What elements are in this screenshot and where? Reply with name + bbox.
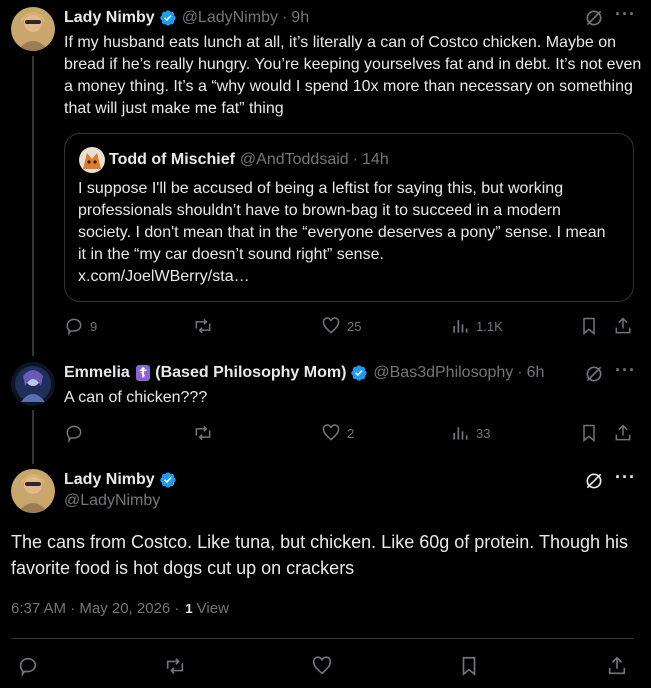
like-count: 25 [347, 318, 362, 334]
post-meta: 6:37 AM · May 20, 2026 · 1 View [11, 600, 229, 617]
more-icon[interactable]: ··· [615, 360, 636, 381]
reply-button[interactable]: 9 [64, 316, 97, 336]
heart-icon [322, 424, 340, 441]
views-button[interactable]: 1.1K [450, 316, 503, 336]
share-icon[interactable] [613, 423, 633, 443]
bookmark-icon[interactable] [579, 423, 599, 443]
quote-time: 14h [362, 151, 389, 168]
reply-button[interactable] [64, 423, 84, 443]
post-header: Lady Nimby @LadyNimby · 9h [64, 8, 309, 28]
reply-count: 9 [90, 318, 98, 334]
post-text: A can of chicken??? [64, 389, 208, 406]
more-icon[interactable]: ··· [615, 4, 636, 25]
thread-line [32, 410, 34, 464]
separator: · [281, 9, 288, 26]
avatar[interactable] [11, 469, 55, 513]
author-name[interactable]: Lady Nimby [64, 9, 155, 27]
grok-icon[interactable] [584, 8, 604, 28]
like-button[interactable]: 25 [321, 316, 361, 336]
author-handle[interactable]: @Bas3dPhilosophy [373, 364, 513, 382]
main-post-text: The cans from Costco. Like tuna, but chi… [11, 532, 629, 578]
avatar[interactable] [11, 362, 55, 406]
quoted-post[interactable]: Todd of Mischief @AndToddsaid · 14h I su… [64, 133, 634, 302]
views-count: 1 [185, 601, 193, 616]
bookmark-icon[interactable] [458, 655, 480, 677]
post-text: If my husband eats lunch at all, it’s li… [64, 34, 642, 117]
author-name[interactable]: Lady Nimby [64, 471, 155, 489]
view-count: 33 [476, 425, 491, 441]
share-icon[interactable] [613, 316, 633, 336]
post-time[interactable]: 9h [291, 9, 309, 27]
quote-avatar [79, 147, 105, 173]
post-timestamp[interactable]: 6:37 AM · May 20, 2026 · [11, 600, 179, 617]
views-button[interactable]: 33 [450, 423, 490, 443]
quote-author-handle: @AndToddsaid [239, 151, 349, 168]
author-handle[interactable]: @LadyNimby [64, 492, 160, 510]
reply-icon[interactable] [17, 655, 39, 677]
separator: · [517, 364, 523, 381]
repost-button[interactable] [193, 316, 213, 336]
heart-icon[interactable] [311, 655, 333, 677]
repost-icon [195, 318, 211, 334]
author-name[interactable]: Emmelia [64, 364, 130, 382]
reply-icon [66, 425, 82, 443]
view-count: 1.1K [476, 318, 503, 334]
like-count: 2 [347, 425, 355, 441]
grok-icon[interactable] [584, 364, 604, 384]
author-name-suffix[interactable]: (Based Philosophy Mom) [155, 364, 346, 382]
divider [11, 638, 634, 639]
analytics-icon [453, 320, 468, 333]
views-label: View [196, 600, 229, 617]
post-header: Lady Nimby [64, 470, 177, 490]
thread-line [32, 56, 34, 356]
heart-icon [322, 317, 340, 334]
like-button[interactable]: 2 [321, 423, 354, 443]
bookmark-icon[interactable] [579, 316, 599, 336]
verified-badge-icon [160, 472, 176, 488]
repost-icon[interactable] [164, 655, 186, 677]
repost-button[interactable] [193, 423, 213, 443]
post-time[interactable]: 6h [527, 364, 545, 382]
reply-icon [66, 318, 82, 336]
verified-badge-icon [351, 365, 368, 381]
analytics-icon [453, 427, 468, 440]
verified-badge-icon [160, 10, 176, 26]
separator: · [352, 151, 359, 168]
quote-body: I suppose I'll be accused of being a lef… [78, 180, 606, 263]
grok-icon[interactable] [584, 471, 604, 491]
quote-author-name: Todd of Mischief [109, 151, 235, 168]
orthodox-cross-emoji: ☦ [135, 365, 151, 381]
repost-icon [195, 425, 211, 441]
quote-text: I suppose I'll be accused of being a lef… [78, 178, 608, 288]
more-icon[interactable]: ··· [615, 467, 636, 488]
share-icon[interactable] [606, 655, 628, 677]
quote-link[interactable]: x.com/JoelWBerry/sta… [78, 268, 250, 285]
avatar[interactable] [11, 7, 55, 51]
author-handle[interactable]: @LadyNimby [182, 9, 278, 27]
quote-header: Todd of Mischief @AndToddsaid · 14h [109, 150, 389, 170]
post-header: Emmelia ☦ (Based Philosophy Mom) @Bas3dP… [64, 363, 544, 383]
